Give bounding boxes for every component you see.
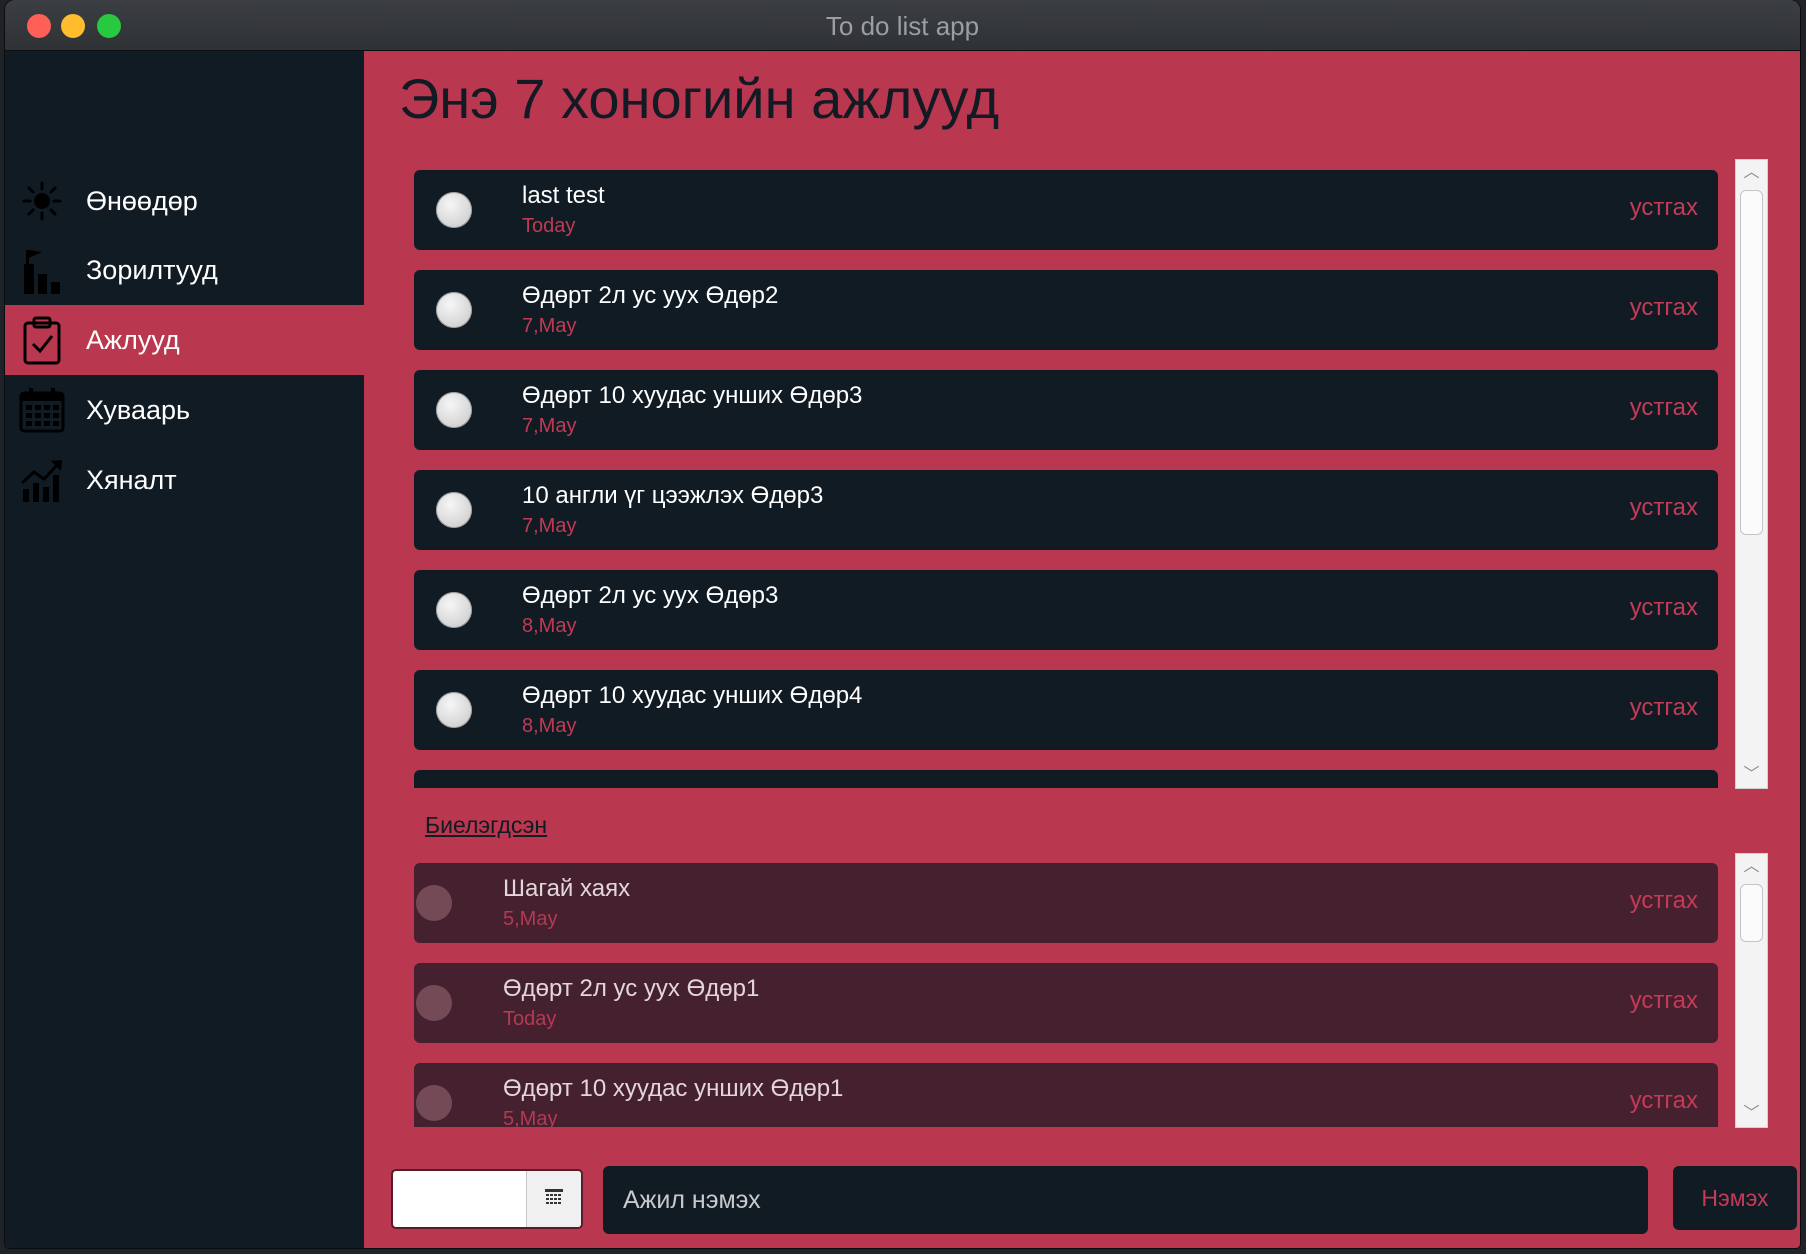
sidebar: Өнөөдөр Зорилтууд Ажлууд Хуваарь Хяналт xyxy=(5,51,364,1248)
task-title: Өдөрт 2л ус уух Өдөр2 xyxy=(522,282,779,309)
task-date: 7,May xyxy=(522,415,577,437)
delete-task-button[interactable]: устгах xyxy=(1630,594,1698,622)
task-complete-radio[interactable] xyxy=(436,492,472,528)
sidebar-item-label: Ажлууд xyxy=(86,324,180,355)
page-title: Энэ 7 хоногийн ажлууд xyxy=(399,67,1000,130)
window-title: To do list app xyxy=(825,11,980,41)
task-complete-radio[interactable] xyxy=(436,592,472,628)
sidebar-item-schedule[interactable]: Хуваарь xyxy=(5,375,364,445)
sidebar-item-goals[interactable]: Зорилтууд xyxy=(5,235,364,305)
sidebar-item-tasks[interactable]: Ажлууд xyxy=(5,305,364,375)
task-title: Өдөрт 2л ус уух Өдөр1 xyxy=(503,975,760,1002)
task-complete-radio[interactable] xyxy=(436,192,472,228)
task-complete-radio[interactable] xyxy=(436,392,472,428)
goals-icon xyxy=(17,245,67,295)
task-title: last test xyxy=(522,182,605,209)
delete-task-button[interactable]: устгах xyxy=(1630,494,1698,522)
task-complete-radio[interactable] xyxy=(416,1085,452,1121)
clipboard-check-icon xyxy=(17,315,67,365)
delete-task-button[interactable]: устгах xyxy=(1630,294,1698,322)
completed-list-scrollbar[interactable]: ︿ ﹀ xyxy=(1735,853,1768,1128)
task-date: 7,May xyxy=(522,515,577,537)
completed-section-label[interactable]: Биелэгдсэн xyxy=(425,812,547,839)
task-row[interactable]: Өдөрт 10 хуудас унших Өдөр4 8,May устгах xyxy=(414,670,1718,750)
completed-task-row[interactable]: Өдөрт 10 хуудас унших Өдөр1 5,May устгах xyxy=(414,1063,1718,1127)
scroll-down-arrow-icon[interactable]: ﹀ xyxy=(1736,1101,1767,1127)
task-row[interactable]: Өдөрт 10 хуудас унших Өдөр3 7,May устгах xyxy=(414,370,1718,450)
task-complete-radio[interactable] xyxy=(416,985,452,1021)
sidebar-item-label: Зорилтууд xyxy=(86,254,218,285)
scroll-up-arrow-icon[interactable]: ︿ xyxy=(1736,160,1767,186)
task-title: Шагай хаях xyxy=(503,875,631,902)
sidebar-item-label: Хяналт xyxy=(86,464,177,495)
task-date: 7,May xyxy=(522,315,577,337)
completed-task-list[interactable]: Шагай хаях 5,May устгах Өдөрт 2л ус уух … xyxy=(414,852,1718,1127)
delete-task-button[interactable]: устгах xyxy=(1630,887,1698,915)
delete-task-button[interactable]: устгах xyxy=(1630,194,1698,222)
task-row-partial[interactable] xyxy=(414,770,1718,788)
completed-task-row[interactable]: Өдөрт 2л ус уух Өдөр1 Today устгах xyxy=(414,963,1718,1043)
pending-task-list[interactable]: last test Today устгах Өдөрт 2л ус уух Ө… xyxy=(414,160,1718,788)
sidebar-item-label: Хуваарь xyxy=(86,394,191,425)
date-picker-button[interactable] xyxy=(526,1171,581,1227)
add-task-button[interactable]: Нэмэх xyxy=(1673,1166,1797,1230)
completed-task-row[interactable]: Шагай хаях 5,May устгах xyxy=(414,863,1718,943)
scroll-thumb[interactable] xyxy=(1740,884,1763,942)
task-row[interactable]: Өдөрт 2л ус уух Өдөр2 7,May устгах xyxy=(414,270,1718,350)
delete-task-button[interactable]: устгах xyxy=(1630,394,1698,422)
task-complete-radio[interactable] xyxy=(436,692,472,728)
title-bar[interactable]: To do list app xyxy=(5,0,1800,51)
delete-task-button[interactable]: устгах xyxy=(1630,694,1698,722)
scroll-down-arrow-icon[interactable]: ﹀ xyxy=(1736,762,1767,788)
task-title: Өдөрт 10 хуудас унших Өдөр4 xyxy=(522,682,863,709)
task-date: 8,May xyxy=(522,615,577,637)
chart-up-icon xyxy=(17,455,67,505)
add-task-input[interactable] xyxy=(603,1166,1648,1234)
task-row[interactable]: last test Today устгах xyxy=(414,170,1718,250)
calendar-icon xyxy=(545,1188,563,1210)
task-title: 10 англи үг цээжлэх Өдөр3 xyxy=(522,482,824,509)
pending-list-scrollbar[interactable]: ︿ ﹀ xyxy=(1735,159,1768,789)
task-row[interactable]: 10 англи үг цээжлэх Өдөр3 7,May устгах xyxy=(414,470,1718,550)
sidebar-item-today[interactable]: Өнөөдөр xyxy=(5,166,364,236)
task-date: 5,May xyxy=(503,908,558,930)
task-date: Today xyxy=(503,1008,557,1030)
delete-task-button[interactable]: устгах xyxy=(1630,1087,1698,1115)
task-row[interactable]: Өдөрт 2л ус уух Өдөр3 8,May устгах xyxy=(414,570,1718,650)
calendar-icon xyxy=(17,385,67,435)
task-date: Today xyxy=(522,215,576,237)
scroll-thumb[interactable] xyxy=(1740,190,1763,535)
task-date: 8,May xyxy=(522,715,577,737)
task-title: Өдөрт 2л ус уух Өдөр3 xyxy=(522,582,779,609)
date-field[interactable] xyxy=(393,1171,527,1227)
date-picker[interactable] xyxy=(391,1169,583,1229)
task-title: Өдөрт 10 хуудас унших Өдөр1 xyxy=(503,1075,844,1102)
task-complete-radio[interactable] xyxy=(416,885,452,921)
sidebar-item-label: Өнөөдөр xyxy=(86,185,198,216)
task-title: Өдөрт 10 хуудас унших Өдөр3 xyxy=(522,382,863,409)
sidebar-item-monitoring[interactable]: Хяналт xyxy=(5,445,364,515)
task-complete-radio[interactable] xyxy=(436,292,472,328)
task-date: 5,May xyxy=(503,1108,558,1127)
sun-icon xyxy=(17,176,67,226)
app-window: To do list app Өнөөдөр Зорилтууд Ажлууд … xyxy=(5,0,1800,1248)
delete-task-button[interactable]: устгах xyxy=(1630,987,1698,1015)
scroll-up-arrow-icon[interactable]: ︿ xyxy=(1736,854,1767,880)
